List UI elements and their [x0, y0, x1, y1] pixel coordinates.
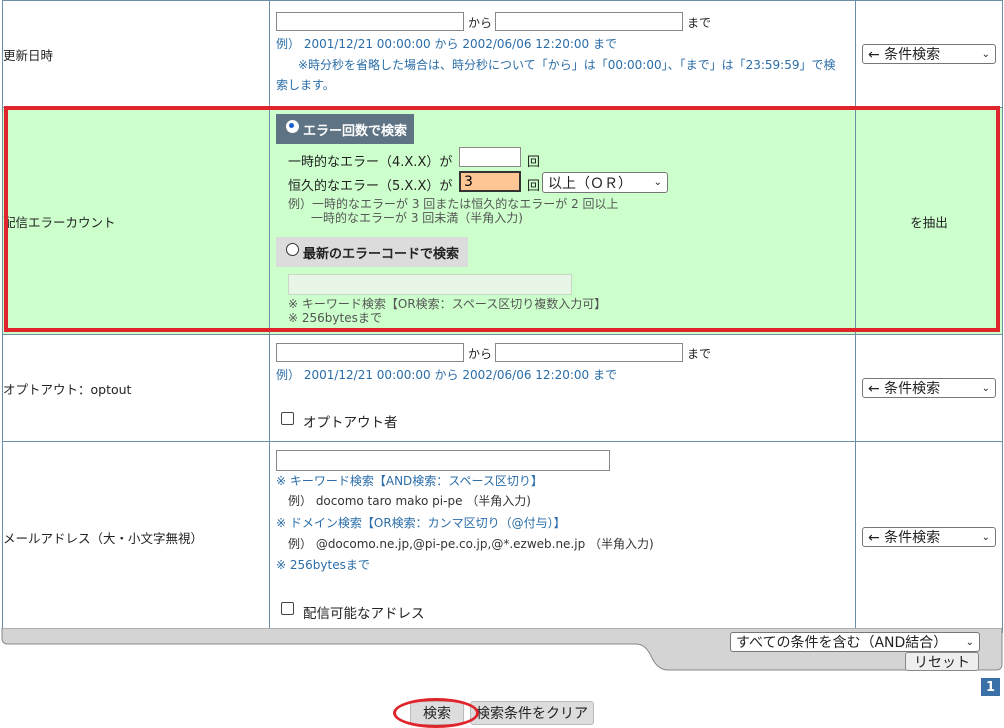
update-date-example: 例） 2001/12/21 00:00:00 から 2002/06/06 12:…: [276, 37, 618, 51]
temporary-error-count-input[interactable]: [459, 147, 521, 167]
reset-button[interactable]: リセット: [905, 652, 979, 671]
row-error-count: 配信エラーカウント エラー回数で検索 一時的なエラー（4.X.X）が 回 恒久的…: [2, 107, 1003, 335]
error-code-note2: ※ 256bytesまで: [288, 311, 382, 325]
optout-example: 例） 2001/12/21 00:00:00 から 2002/06/06 12:…: [276, 368, 618, 382]
permanent-error-label: 恒久的なエラー（5.X.X）が: [288, 179, 453, 194]
times-unit: 回: [527, 179, 541, 194]
mail-condition-select[interactable]: ← 条件検索 ⌄: [862, 527, 996, 547]
to-text: まで: [687, 16, 712, 30]
update-date-note-cont: 索します。: [276, 78, 335, 92]
deliverable-address-label: 配信可能なアドレス: [303, 606, 425, 622]
error-example-line2: 一時的なエラーが 3 回未満（半角入力): [311, 211, 523, 225]
mail-note2: ※ ドメイン検索【OR検索：カンマ区切り（@付与）】: [276, 516, 566, 530]
search-button[interactable]: 検索: [410, 701, 464, 725]
extract-action-label: を抽出: [855, 107, 1003, 335]
mail-example2: 例） @docomo.ne.jp,@pi-pe.co.jp,@*.ezweb.n…: [288, 537, 654, 551]
update-date-from-input[interactable]: [276, 12, 464, 31]
row-mail-address: メールアドレス（大・小文字無視） ※ キーワード検索【AND検索：スペース区切り…: [2, 441, 1003, 633]
optout-checkbox-label: オプトアウト者: [303, 415, 398, 431]
chevron-down-icon: ⌄: [981, 531, 990, 543]
temporary-error-label: 一時的なエラー（4.X.X）が: [288, 155, 453, 170]
clear-conditions-button[interactable]: 検索条件をクリア: [470, 701, 594, 725]
error-example-line1: 例）一時的なエラーが 3 回または恒久的なエラーが 2 回以上: [288, 197, 619, 211]
deliverable-address-checkbox[interactable]: [281, 602, 294, 615]
chevron-down-icon: ⌄: [981, 382, 990, 394]
search-conditions-table: 更新日時 から まで 例） 2001/12/21 00:00:00 から 200…: [2, 0, 1003, 633]
chevron-down-icon: ⌄: [981, 48, 990, 60]
mail-address-label: メールアドレス（大・小文字無視）: [2, 441, 270, 633]
error-count-label: 配信エラーカウント: [2, 107, 270, 335]
optout-label: オプトアウト：optout: [2, 334, 270, 442]
from-text: から: [468, 16, 493, 30]
update-date-to-input[interactable]: [495, 12, 683, 31]
mail-address-input[interactable]: [276, 450, 610, 471]
error-logic-select[interactable]: 以上（ＯＲ） ⌄: [542, 172, 668, 193]
optout-to-input[interactable]: [495, 343, 683, 362]
optout-checkbox[interactable]: [281, 412, 294, 425]
update-date-label: 更新日時: [2, 0, 270, 108]
tab-error-count-search[interactable]: エラー回数で検索: [276, 114, 414, 144]
mail-note1: ※ キーワード検索【AND検索：スペース区切り】: [276, 474, 543, 488]
optout-condition-select[interactable]: ← 条件検索 ⌄: [862, 378, 996, 398]
row-optout: オプトアウト：optout から まで 例） 2001/12/21 00:00:…: [2, 334, 1003, 442]
update-date-condition-select[interactable]: ← 条件検索 ⌄: [862, 44, 996, 64]
page-number-1[interactable]: 1: [981, 678, 1000, 696]
times-unit: 回: [527, 155, 541, 170]
to-text: まで: [687, 347, 712, 361]
optout-from-input[interactable]: [276, 343, 464, 362]
error-code-note1: ※ キーワード検索【OR検索：スペース区切り複数入力可】: [288, 297, 607, 311]
update-date-note: ※時分秒を省略した場合は、時分秒について「から」は「00:00:00」、「まで」…: [298, 58, 836, 72]
radio-unselected-icon[interactable]: [286, 242, 299, 256]
permanent-error-count-input[interactable]: [459, 171, 521, 192]
mail-example1: 例） docomo taro mako pi-pe （半角入力): [288, 494, 531, 508]
chevron-down-icon: ⌄: [653, 177, 662, 188]
chevron-down-icon: ⌄: [965, 636, 974, 648]
row-update-date: 更新日時 から まで 例） 2001/12/21 00:00:00 から 200…: [2, 0, 1003, 108]
from-text: から: [468, 347, 493, 361]
error-code-input[interactable]: [288, 274, 572, 295]
mail-note3: ※ 256bytesまで: [276, 558, 370, 572]
tab-error-code-search[interactable]: 最新のエラーコードで検索: [276, 237, 468, 267]
radio-selected-icon[interactable]: [286, 119, 299, 133]
combine-conditions-select[interactable]: すべての条件を含む（AND結合） ⌄: [730, 632, 980, 652]
